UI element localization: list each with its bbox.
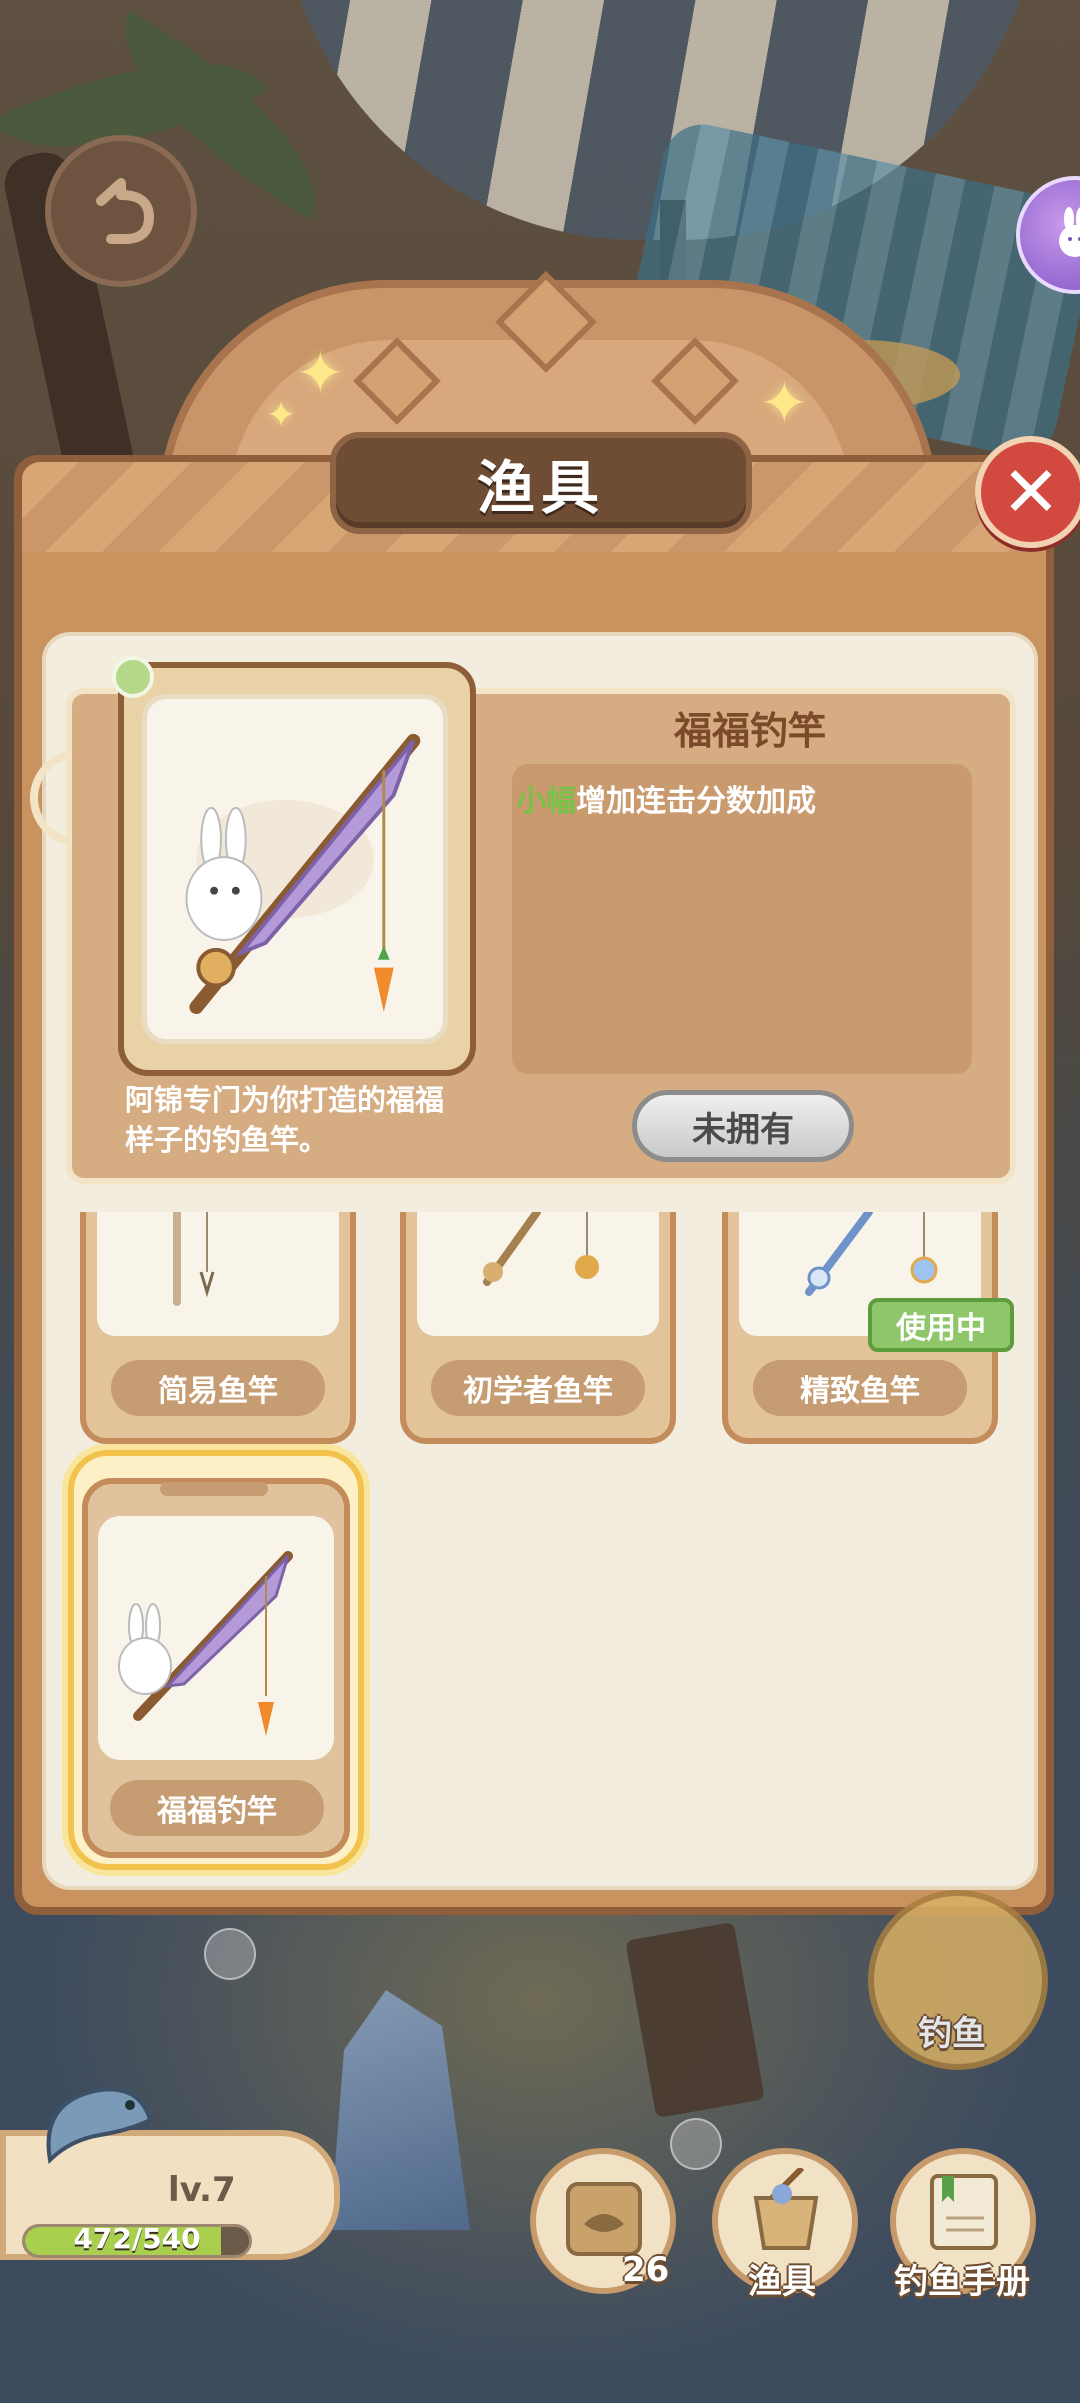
fishing-manual-button[interactable]: 钓鱼手册 (890, 2148, 1036, 2302)
item-description: 阿锦专门为你打造的福福样子的钓鱼竿。 (125, 1083, 445, 1157)
item-label: 初学者鱼竿 (431, 1360, 645, 1416)
item-label: 精致鱼竿 (753, 1360, 967, 1416)
fishing-rod-icon (483, 1208, 599, 1286)
sparkle-icon: ✦ (296, 339, 345, 407)
bubble (670, 2118, 722, 2170)
bait-count: 26 (622, 2250, 670, 2290)
item-image (98, 1516, 334, 1760)
bucket-icon (753, 2168, 819, 2250)
fufu-rod-icon (118, 1551, 293, 1736)
item-image (417, 1208, 659, 1336)
item-image (97, 1208, 339, 1336)
sparkle-icon: ✦ (760, 369, 809, 437)
manual-button-label: 钓鱼手册 (894, 2262, 1030, 2302)
effect-level: 小幅 (516, 784, 576, 819)
fish-button[interactable]: 钓鱼 (868, 1890, 1048, 2070)
item-card-simple-rod[interactable]: 简易鱼竿 (80, 1208, 356, 1444)
item-image (142, 694, 448, 1044)
bubble (204, 1928, 256, 1980)
close-button[interactable]: ✕ (975, 436, 1080, 548)
fish-button-label: 钓鱼 (918, 2014, 986, 2054)
close-icon: ✕ (1001, 451, 1061, 533)
fufu-rod-icon (185, 733, 421, 1015)
item-card-beginner-rod[interactable]: 初学者鱼竿 (400, 1208, 676, 1444)
bait-button[interactable]: 26 (530, 2148, 676, 2294)
gear-button-label: 渔具 (748, 2262, 816, 2302)
player-level: lv.7 (168, 2170, 236, 2210)
item-label: 简易鱼竿 (111, 1360, 325, 1416)
sparkle-icon: ✦ (266, 395, 297, 436)
item-label: 福福钓竿 (110, 1780, 324, 1836)
effect-text: 增加连击分数加成 (576, 784, 816, 819)
gear-button[interactable]: 渔具 (712, 2148, 858, 2302)
manual-book-icon (930, 2174, 998, 2250)
back-button[interactable] (45, 135, 197, 287)
fish-icon (46, 2087, 153, 2165)
modal-title: 渔具 (476, 454, 605, 522)
back-arrow-icon (96, 178, 154, 244)
card-tab (160, 1482, 268, 1496)
item-effect: 小幅增加连击分数加成 (516, 776, 816, 820)
item-name: 福福钓竿 (673, 709, 826, 753)
in-use-badge: 使用中 (868, 1298, 1014, 1352)
not-owned-button[interactable]: 未拥有 (632, 1090, 854, 1162)
bait-bag-icon (566, 2182, 642, 2256)
status-dot (112, 656, 154, 698)
modal-title-plate: 渔具 (330, 432, 752, 534)
xp-text: 472/540 (73, 2222, 201, 2255)
fishing-rod-icon (173, 1208, 215, 1306)
